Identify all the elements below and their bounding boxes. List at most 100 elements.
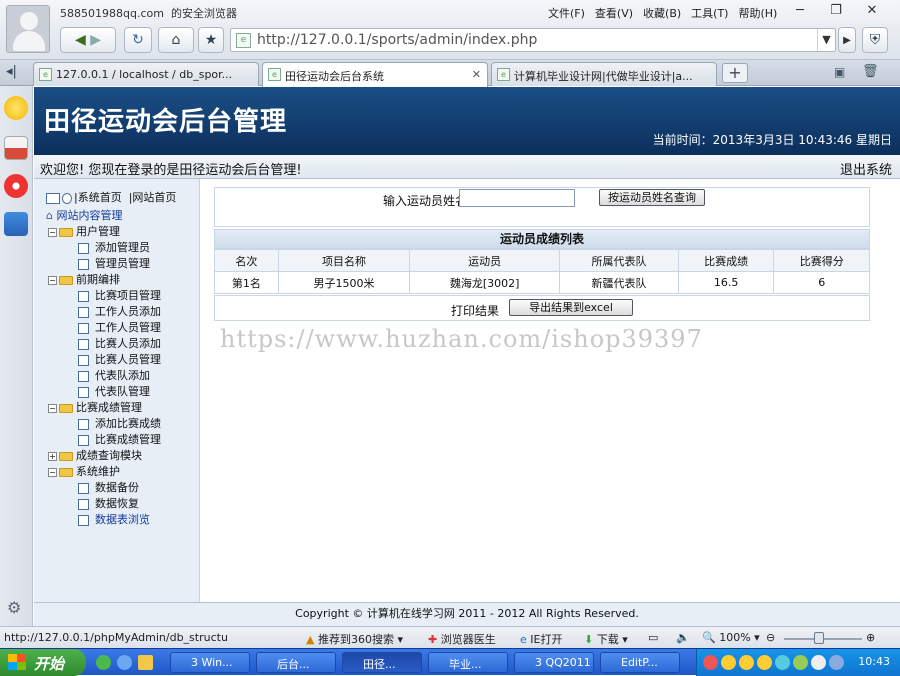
export-row: 打印结果 导出结果到excel bbox=[214, 295, 870, 321]
folder-icon bbox=[59, 451, 73, 461]
gear-icon[interactable]: ⚙ bbox=[7, 598, 21, 617]
sidebar-root[interactable]: ⌂ 网站内容管理 bbox=[46, 207, 122, 223]
volume-icon[interactable]: 🔈 bbox=[676, 631, 690, 644]
network-icon[interactable] bbox=[775, 655, 790, 670]
zoom-control[interactable]: 🔍 100% ▾ bbox=[702, 631, 760, 644]
minimize-icon[interactable]: ─ bbox=[782, 0, 818, 20]
browser-doctor-link[interactable]: ✚ 浏览器医生 bbox=[428, 631, 496, 647]
shield-icon[interactable]: ⛨ bbox=[862, 27, 888, 53]
sidebar-item-athlete-manage[interactable]: 比赛人员管理 bbox=[78, 351, 161, 367]
sidebar-item-label: 数据表浏览 bbox=[95, 513, 150, 526]
ie-icon: e bbox=[520, 633, 527, 646]
go-icon[interactable]: ▶ bbox=[838, 27, 856, 53]
trash-icon[interactable]: 🗑 bbox=[862, 64, 879, 79]
ie-open-link[interactable]: e IE打开 bbox=[520, 631, 562, 647]
sidebar-item-staff-add[interactable]: 工作人员添加 bbox=[78, 303, 161, 319]
browser-quick-icon[interactable] bbox=[96, 655, 111, 670]
user-avatar[interactable] bbox=[6, 5, 50, 53]
favorites-star-icon[interactable] bbox=[4, 96, 28, 120]
tab-phpmyadmin[interactable]: e 127.0.0.1 / localhost / db_spor... bbox=[33, 62, 259, 86]
menu-bar: 文件(F) 查看(V) 收藏(B) 工具(T) 帮助(H) bbox=[548, 5, 777, 21]
zoom-out-icon[interactable]: ⊖ bbox=[766, 631, 775, 644]
start-button[interactable]: 开始 bbox=[0, 649, 86, 676]
cell-team: 新疆代表队 bbox=[559, 271, 679, 294]
favorite-star-icon[interactable]: ★ bbox=[198, 27, 224, 53]
close-tab-icon[interactable]: ✕ bbox=[472, 68, 481, 81]
volume-icon[interactable] bbox=[811, 655, 826, 670]
restore-icon[interactable]: ❐ bbox=[818, 0, 854, 20]
sidebar-group-query[interactable]: + 成绩查询模块 bbox=[48, 447, 142, 463]
sidebar-group-results[interactable]: − 比赛成绩管理 bbox=[48, 399, 142, 415]
menu-help[interactable]: 帮助(H) bbox=[738, 5, 777, 21]
news-icon[interactable] bbox=[4, 136, 28, 160]
sidebar-item-admin-manage[interactable]: 管理员管理 bbox=[78, 255, 150, 271]
close-icon[interactable]: ✕ bbox=[854, 0, 890, 20]
download-link[interactable]: ⬇ 下载 ▾ bbox=[584, 631, 628, 647]
clock: 10:43 bbox=[858, 655, 890, 668]
sidebar-item-staff-manage[interactable]: 工作人员管理 bbox=[78, 319, 161, 335]
sidebar-item-label: 比赛人员管理 bbox=[95, 353, 161, 366]
task-label: 3 QQ2011 bbox=[535, 656, 591, 669]
task-sports[interactable]: 田径... bbox=[342, 652, 422, 673]
sidebar-group-maintenance[interactable]: − 系统维护 bbox=[48, 463, 120, 479]
sidebar-item-athlete-add[interactable]: 比赛人员添加 bbox=[78, 335, 161, 351]
sidebar-item-result-manage[interactable]: 比赛成绩管理 bbox=[78, 431, 161, 447]
back-arrow-icon[interactable]: ◀ bbox=[75, 32, 86, 48]
tray-icon[interactable] bbox=[703, 655, 718, 670]
task-qq[interactable]: 3 QQ2011 bbox=[514, 652, 594, 673]
sidebar-item-add-admin[interactable]: 添加管理员 bbox=[78, 239, 150, 255]
qq-icon[interactable] bbox=[739, 655, 754, 670]
menu-favorites[interactable]: 收藏(B) bbox=[643, 5, 681, 21]
site-home-link[interactable]: |网站首页 bbox=[129, 191, 177, 204]
qq-icon[interactable] bbox=[757, 655, 772, 670]
search-360-link[interactable]: ▲ 推荐到360搜索 ▾ bbox=[306, 631, 403, 647]
qq-icon[interactable] bbox=[721, 655, 736, 670]
sidebar-item-team-manage[interactable]: 代表队管理 bbox=[78, 383, 150, 399]
sidebar-item-backup[interactable]: 数据备份 bbox=[78, 479, 139, 495]
sidebar-group-arrangement[interactable]: − 前期编排 bbox=[48, 271, 120, 287]
sidebar-toggle-icon[interactable]: ◂| bbox=[6, 64, 17, 79]
sidebar-item-event-manage[interactable]: 比赛项目管理 bbox=[78, 287, 161, 303]
tab-list-icon[interactable]: ▣ bbox=[834, 65, 845, 79]
task-admin[interactable]: 后台... bbox=[256, 652, 336, 673]
address-text[interactable]: http://127.0.0.1/sports/admin/index.php bbox=[257, 32, 537, 48]
forward-arrow-icon[interactable]: ▶ bbox=[90, 32, 101, 48]
menu-tools[interactable]: 工具(T) bbox=[691, 5, 728, 21]
logout-link[interactable]: 退出系统 bbox=[840, 159, 892, 178]
sidebar-item-table-browse[interactable]: 数据表浏览 bbox=[78, 511, 150, 527]
new-tab-icon[interactable]: + bbox=[722, 63, 748, 83]
home-icon[interactable]: ⌂ bbox=[158, 27, 194, 53]
address-bar[interactable]: e http://127.0.0.1/sports/admin/index.ph… bbox=[230, 28, 836, 52]
sidebar-item-restore[interactable]: 数据恢复 bbox=[78, 495, 139, 511]
search-by-name-button[interactable]: 按运动员姓名查询 bbox=[599, 189, 705, 206]
folder-quick-icon[interactable] bbox=[138, 655, 153, 670]
chevron-down-icon[interactable]: ▼ bbox=[817, 29, 835, 51]
print-results-link[interactable]: 打印结果 bbox=[451, 302, 499, 319]
security-icon[interactable] bbox=[793, 655, 808, 670]
task-windows[interactable]: 3 Win... bbox=[170, 652, 250, 673]
refresh-icon[interactable]: ↻ bbox=[124, 27, 152, 53]
sidebar-item-result-add[interactable]: 添加比赛成绩 bbox=[78, 415, 161, 431]
app-icon[interactable] bbox=[4, 212, 28, 236]
tray-icon[interactable] bbox=[829, 655, 844, 670]
menu-file[interactable]: 文件(F) bbox=[548, 5, 585, 21]
athlete-name-input[interactable] bbox=[459, 189, 575, 207]
task-editplus[interactable]: EditP... bbox=[600, 652, 680, 673]
col-athlete: 运动员 bbox=[409, 249, 561, 272]
zoom-slider-handle[interactable] bbox=[814, 632, 825, 644]
ie-quick-icon[interactable] bbox=[117, 655, 132, 670]
sidebar-group-users[interactable]: − 用户管理 bbox=[48, 223, 120, 239]
footer: Copyright © 计算机在线学习网 2011 - 2012 All Rig… bbox=[34, 602, 900, 626]
tab-sports-admin[interactable]: e 田径运动会后台系统 ✕ bbox=[262, 62, 488, 87]
export-excel-button[interactable]: 导出结果到excel bbox=[509, 299, 633, 316]
tab-graduation[interactable]: e 计算机毕业设计网|代做毕业设计|a... bbox=[491, 62, 717, 86]
collapse-icon: − bbox=[48, 227, 57, 237]
task-graduation[interactable]: 毕业... bbox=[428, 652, 508, 673]
menu-view[interactable]: 查看(V) bbox=[595, 5, 633, 21]
system-home-link[interactable]: |系统首页 bbox=[74, 191, 122, 204]
weibo-icon[interactable] bbox=[4, 174, 28, 198]
sidebar-item-team-add[interactable]: 代表队添加 bbox=[78, 367, 150, 383]
window-icon[interactable]: ▭ bbox=[648, 631, 658, 644]
back-forward-button[interactable]: ◀ ▶ bbox=[60, 27, 116, 53]
zoom-in-icon[interactable]: ⊕ bbox=[866, 631, 875, 644]
